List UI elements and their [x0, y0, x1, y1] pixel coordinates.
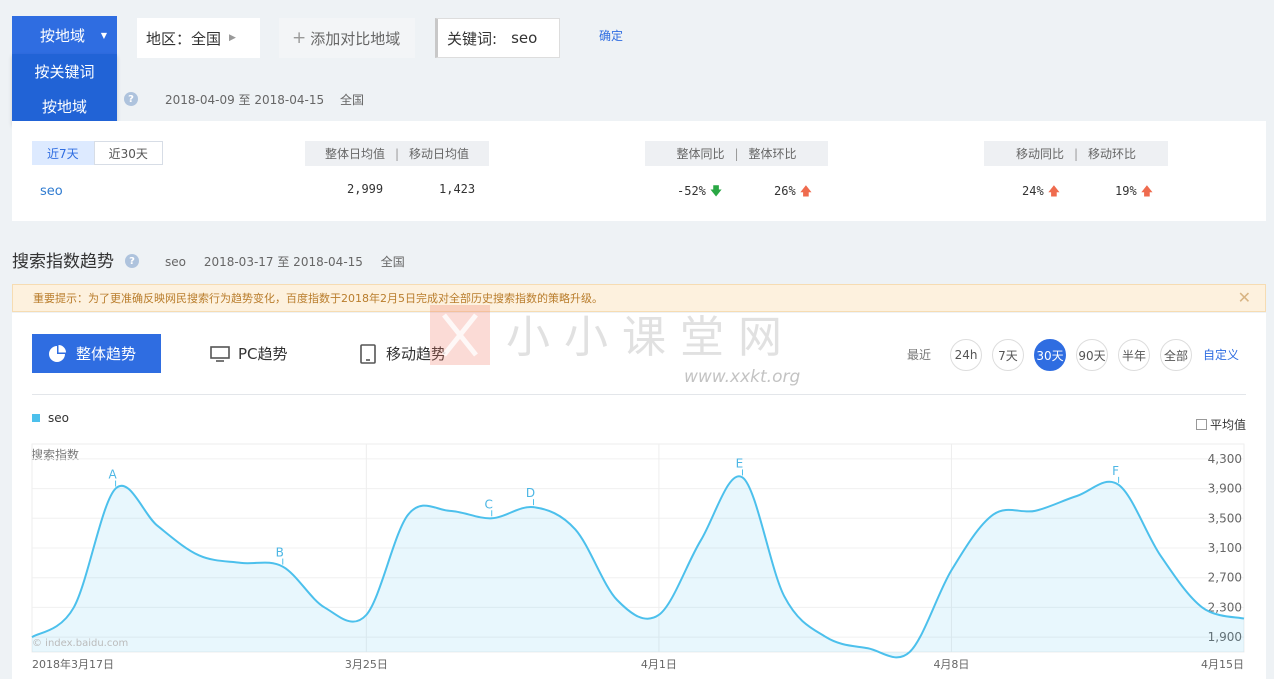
source-label: © index.baidu.com: [32, 638, 129, 649]
annotation-label-D: D: [526, 486, 535, 500]
x-tick-label: 4月8日: [933, 658, 969, 671]
x-tick-label: 4月15日: [1201, 658, 1244, 671]
y-tick-label: 3,900: [1208, 482, 1242, 496]
annotation-label-E: E: [736, 456, 744, 470]
trend-chart: 1,9002,3002,7003,1003,5003,9004,3002018年…: [31, 443, 1245, 671]
y-tick-label: 3,100: [1208, 541, 1242, 555]
annotation-label-B: B: [276, 546, 284, 560]
y-tick-label: 2,700: [1208, 571, 1242, 585]
annotation-label-F: F: [1112, 464, 1119, 478]
series-area: [32, 476, 1244, 658]
annotation-label-C: C: [485, 497, 493, 511]
x-tick-label: 3月25日: [345, 658, 388, 671]
annotation-label-A: A: [108, 468, 117, 482]
y-tick-label: 4,300: [1208, 452, 1242, 466]
x-tick-label: 2018年3月17日: [32, 657, 114, 671]
x-tick-label: 4月1日: [641, 658, 677, 671]
y-tick-label: 3,500: [1208, 511, 1242, 525]
